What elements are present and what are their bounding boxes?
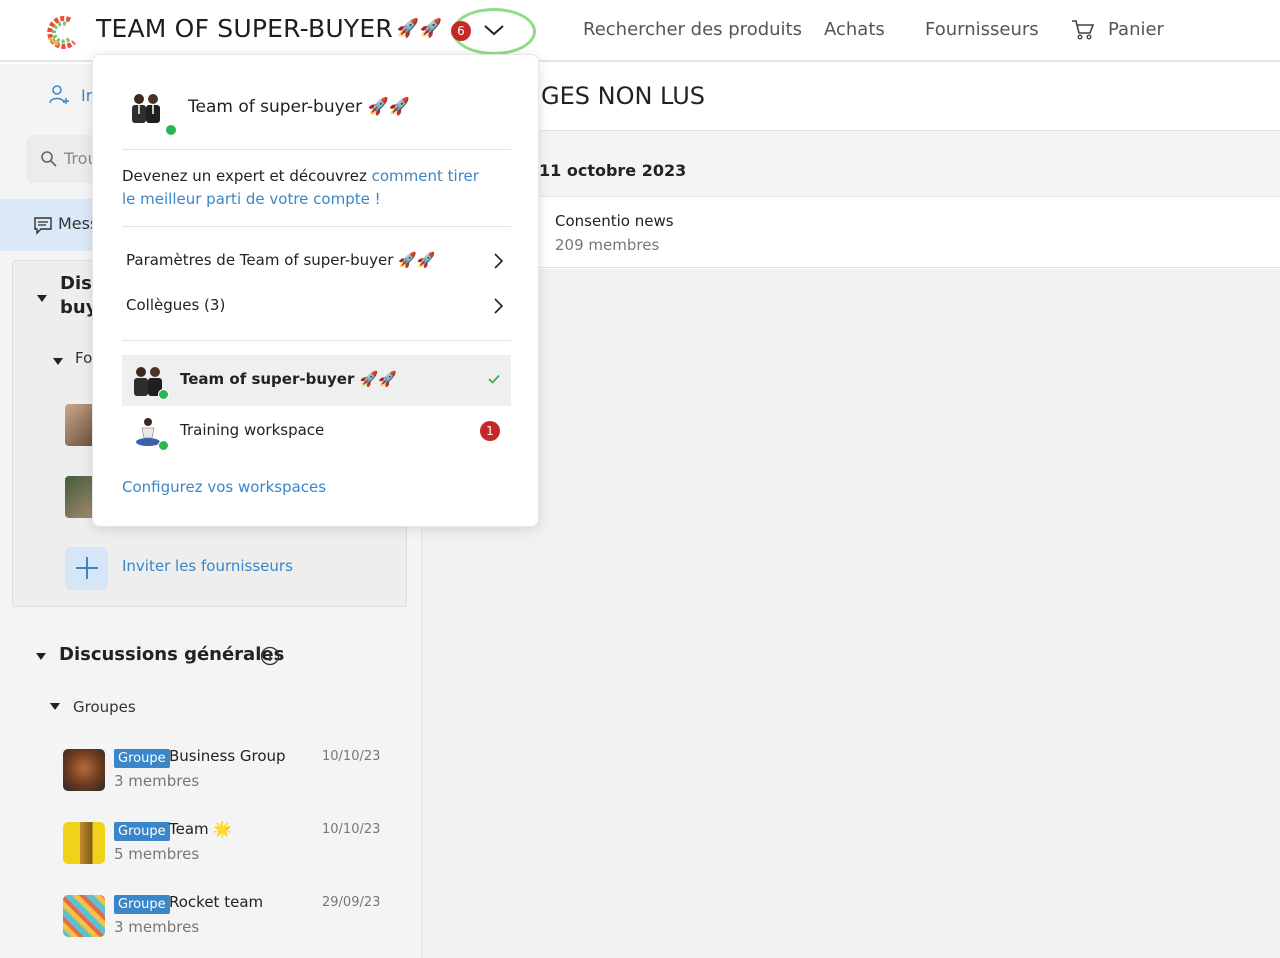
group-date: 10/10/23 <box>322 822 381 837</box>
group-members: 3 membres <box>114 772 200 790</box>
group-thumbnail <box>63 895 105 937</box>
dropdown-workspace-name: Team of super-buyer 🚀🚀 <box>188 97 410 117</box>
help-text: Devenez un expert et découvrez comment t… <box>122 165 492 211</box>
divider <box>122 340 511 341</box>
group-item[interactable]: Groupe Rocket team 29/09/23 3 membres <box>0 893 422 945</box>
group-thumbnail <box>63 822 105 864</box>
invite-link[interactable]: Ir <box>81 86 92 105</box>
message-icon <box>34 217 52 235</box>
online-status-dot <box>165 124 177 136</box>
cart-icon[interactable] <box>1071 19 1095 41</box>
app-logo-icon[interactable] <box>44 14 80 50</box>
chevron-right-icon[interactable] <box>492 252 504 270</box>
notification-badge: 6 <box>451 21 471 41</box>
colleagues-item[interactable]: Collègues (3) <box>126 296 225 314</box>
fournisseurs-subsection[interactable]: Fo <box>75 349 92 367</box>
group-members: 3 membres <box>114 918 200 936</box>
collapse-triangle-icon[interactable] <box>37 295 47 302</box>
unread-badge: 1 <box>480 421 500 441</box>
group-badge: Groupe <box>114 895 170 914</box>
divider <box>122 149 511 150</box>
general-discussions-title[interactable]: Discussions générales <box>59 644 284 665</box>
group-name: Business Group <box>169 747 286 765</box>
group-badge: Groupe <box>114 749 170 768</box>
search-icon <box>41 151 57 167</box>
date-header-text: 11 octobre 2023 <box>539 161 687 180</box>
group-badge: Groupe <box>114 822 170 841</box>
avatar[interactable] <box>65 476 95 518</box>
configure-workspaces-link[interactable]: Configurez vos workspaces <box>122 478 326 496</box>
group-name: Team 🌟 <box>169 820 233 838</box>
group-item[interactable]: Groupe Team 🌟 10/10/23 5 membres <box>0 820 422 872</box>
chevron-right-icon[interactable] <box>492 297 504 315</box>
nav-fournisseurs[interactable]: Fournisseurs <box>925 19 1039 40</box>
conversation-members: 209 membres <box>555 236 660 254</box>
group-date: 29/09/23 <box>322 895 381 910</box>
workspace-option-label: Team of super-buyer 🚀🚀 <box>180 370 397 388</box>
group-date: 10/10/23 <box>322 749 381 764</box>
add-user-icon[interactable] <box>48 84 70 106</box>
workspace-settings-item[interactable]: Paramètres de Team of super-buyer 🚀🚀 <box>126 251 436 269</box>
avatar[interactable] <box>65 404 95 446</box>
group-thumbnail <box>63 749 105 791</box>
rocket-emoji-icon: 🚀🚀 <box>396 18 443 39</box>
invite-suppliers-link[interactable]: Inviter les fournisseurs <box>122 557 293 575</box>
info-icon[interactable] <box>260 646 280 666</box>
nav-panier[interactable]: Panier <box>1108 19 1164 40</box>
conversation-name: Consentio news <box>555 212 674 230</box>
conversation-row[interactable]: Consentio news 209 membres <box>422 198 1280 268</box>
chevron-down-icon[interactable] <box>482 22 506 38</box>
page-title: GES NON LUS <box>541 82 706 110</box>
online-status-dot <box>158 440 169 451</box>
group-item[interactable]: Groupe Business Group 10/10/23 3 membres <box>0 747 422 799</box>
top-bar: TEAM OF SUPER-BUYER 🚀🚀 6 Rechercher des p… <box>0 0 1280 62</box>
workspace-title-text: TEAM OF SUPER-BUYER <box>96 14 393 43</box>
group-name: Rocket team <box>169 893 264 911</box>
plus-icon <box>86 557 88 579</box>
collapse-triangle-icon[interactable] <box>53 358 63 365</box>
online-status-dot <box>158 389 169 400</box>
workspace-title[interactable]: TEAM OF SUPER-BUYER 🚀🚀 <box>96 14 442 43</box>
invite-suppliers-button[interactable] <box>65 547 108 590</box>
groups-title[interactable]: Groupes <box>73 698 136 716</box>
main-empty-area <box>422 269 1280 958</box>
nav-search-products[interactable]: Rechercher des produits <box>583 19 802 40</box>
workspace-option-label: Training workspace <box>180 421 325 439</box>
divider <box>122 226 511 227</box>
nav-achats[interactable]: Achats <box>824 19 885 40</box>
date-header: 11 octobre 2023 <box>422 130 1280 197</box>
collapse-triangle-icon[interactable] <box>36 653 46 660</box>
workspace-option[interactable]: Training workspace 1 <box>122 406 511 457</box>
collapse-triangle-icon[interactable] <box>50 703 60 710</box>
workspace-option-active[interactable]: Team of super-buyer 🚀🚀 <box>122 355 511 406</box>
group-members: 5 membres <box>114 845 200 863</box>
workspace-dropdown: Team of super-buyer 🚀🚀 Devenez un expert… <box>92 54 539 527</box>
help-text-body: Devenez un expert et découvrez <box>122 167 372 185</box>
team-avatar-icon <box>132 94 160 123</box>
checkmark-icon <box>488 374 500 384</box>
